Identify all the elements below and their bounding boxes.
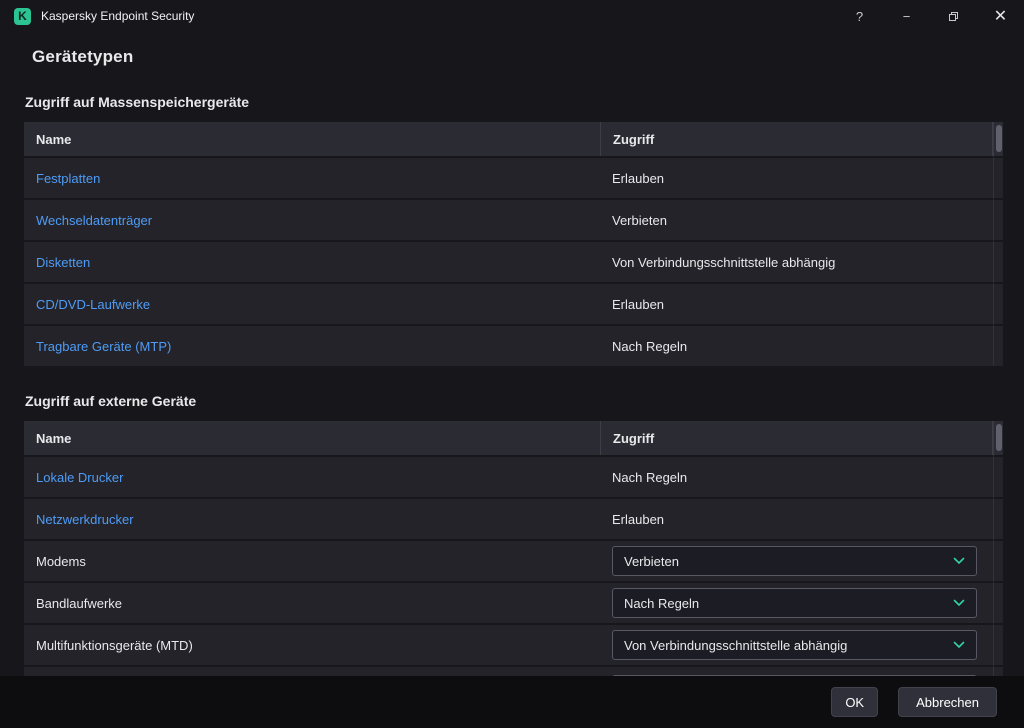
access-value: Erlauben bbox=[612, 512, 664, 527]
device-type-link[interactable]: Lokale Drucker bbox=[36, 470, 123, 485]
page-title: Gerätetypen bbox=[32, 47, 1024, 67]
table-header-row: Name Zugriff bbox=[24, 421, 1003, 455]
footer-bar: OK Abbrechen bbox=[0, 676, 1024, 728]
table-row: Wechseldatenträger Verbieten bbox=[24, 200, 1003, 240]
access-dropdown[interactable]: Von Verbindungsschnittstelle abhängig bbox=[612, 630, 977, 660]
scrollbar-thumb[interactable] bbox=[996, 424, 1002, 451]
column-header-name: Name bbox=[24, 421, 600, 455]
window-title: Kaspersky Endpoint Security bbox=[41, 9, 194, 23]
chevron-down-icon bbox=[953, 599, 965, 607]
device-type-label: Multifunktionsgeräte (MTD) bbox=[36, 638, 193, 653]
cancel-button[interactable]: Abbrechen bbox=[898, 687, 997, 717]
table-row: Modems Verbieten bbox=[24, 541, 1003, 581]
column-header-access: Zugriff bbox=[600, 122, 993, 156]
titlebar: K Kaspersky Endpoint Security ? − ✕ bbox=[0, 0, 1024, 32]
table-scrollbar[interactable] bbox=[993, 122, 1003, 366]
access-value: Erlauben bbox=[612, 297, 664, 312]
access-dropdown[interactable]: Verbieten bbox=[612, 546, 977, 576]
chevron-down-icon bbox=[953, 641, 965, 649]
access-value: Verbieten bbox=[612, 213, 667, 228]
window-controls: ? − ✕ bbox=[836, 0, 1024, 32]
device-type-link[interactable]: Tragbare Geräte (MTP) bbox=[36, 339, 171, 354]
kaspersky-logo-icon: K bbox=[14, 8, 31, 25]
dropdown-value: Von Verbindungsschnittstelle abhängig bbox=[624, 638, 847, 653]
mass-storage-table: Name Zugriff Festplatten Erlauben Wechse… bbox=[24, 122, 1003, 366]
external-devices-table: Name Zugriff Lokale Drucker Nach Regeln … bbox=[24, 421, 1003, 680]
table-scrollbar[interactable] bbox=[993, 421, 1003, 680]
table-row: Disketten Von Verbindungsschnittstelle a… bbox=[24, 242, 1003, 282]
access-value: Von Verbindungsschnittstelle abhängig bbox=[612, 255, 835, 270]
device-type-label: Bandlaufwerke bbox=[36, 596, 122, 611]
table-row: Netzwerkdrucker Erlauben bbox=[24, 499, 1003, 539]
dropdown-value: Nach Regeln bbox=[624, 596, 699, 611]
dropdown-value: Verbieten bbox=[624, 554, 679, 569]
table-row: Festplatten Erlauben bbox=[24, 158, 1003, 198]
table-row: Lokale Drucker Nach Regeln bbox=[24, 457, 1003, 497]
access-value: Erlauben bbox=[612, 171, 664, 186]
minimize-button[interactable]: − bbox=[883, 0, 930, 32]
access-value: Nach Regeln bbox=[612, 339, 687, 354]
access-value: Nach Regeln bbox=[612, 470, 687, 485]
device-type-link[interactable]: Netzwerkdrucker bbox=[36, 512, 134, 527]
table-row: Bandlaufwerke Nach Regeln bbox=[24, 583, 1003, 623]
section-heading-mass-storage: Zugriff auf Massenspeichergeräte bbox=[25, 94, 1024, 110]
restore-button[interactable] bbox=[930, 0, 977, 32]
device-type-link[interactable]: Disketten bbox=[36, 255, 90, 270]
column-header-name: Name bbox=[24, 122, 600, 156]
table-row: CD/DVD-Laufwerke Erlauben bbox=[24, 284, 1003, 324]
device-type-link[interactable]: Wechseldatenträger bbox=[36, 213, 152, 228]
device-type-link[interactable]: CD/DVD-Laufwerke bbox=[36, 297, 150, 312]
table-header-row: Name Zugriff bbox=[24, 122, 1003, 156]
section-heading-external-devices: Zugriff auf externe Geräte bbox=[25, 393, 1024, 409]
table-row: Tragbare Geräte (MTP) Nach Regeln bbox=[24, 326, 1003, 366]
close-button[interactable]: ✕ bbox=[977, 0, 1024, 32]
chevron-down-icon bbox=[953, 557, 965, 565]
column-header-access: Zugriff bbox=[600, 421, 993, 455]
device-type-link[interactable]: Festplatten bbox=[36, 171, 100, 186]
help-button[interactable]: ? bbox=[836, 0, 883, 32]
ok-button[interactable]: OK bbox=[831, 687, 878, 717]
device-type-label: Modems bbox=[36, 554, 86, 569]
access-dropdown[interactable]: Nach Regeln bbox=[612, 588, 977, 618]
restore-icon bbox=[949, 12, 958, 21]
table-row: Multifunktionsgeräte (MTD) Von Verbindun… bbox=[24, 625, 1003, 665]
scrollbar-thumb[interactable] bbox=[996, 125, 1002, 152]
